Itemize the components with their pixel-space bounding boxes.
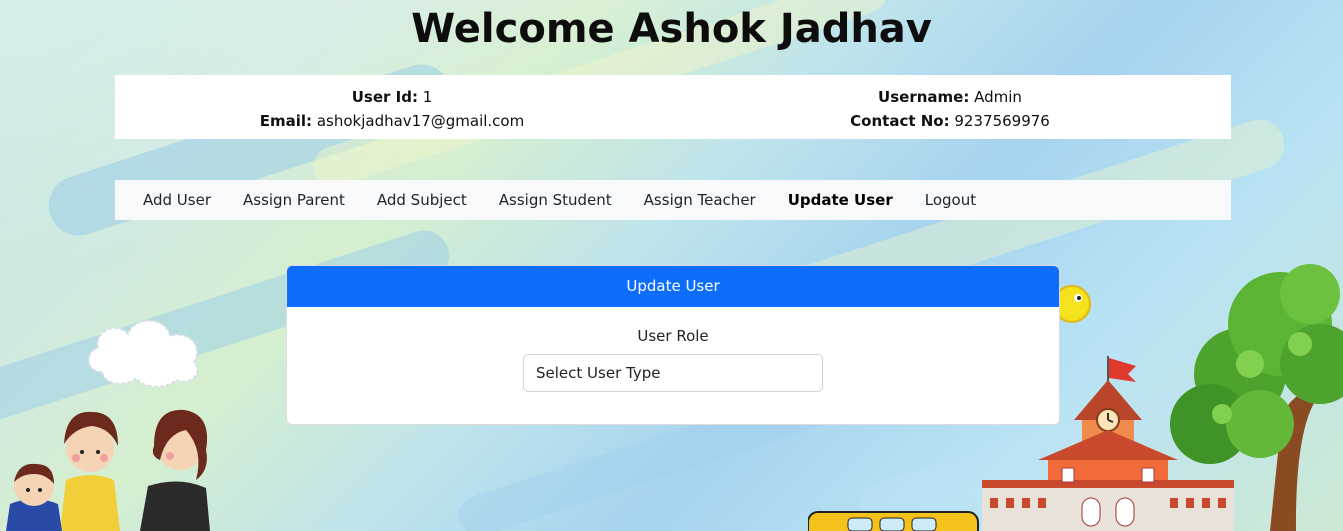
user-info-right-column: Username: Admin Contact No: 9237569976	[669, 85, 1231, 133]
username-row: Username: Admin	[669, 85, 1231, 109]
cloud-illustration	[87, 319, 199, 388]
contact-row: Contact No: 9237569976	[669, 109, 1231, 133]
email-label: Email:	[259, 112, 313, 130]
nav-assign-student[interactable]: Assign Student	[483, 180, 628, 220]
nav-logout[interactable]: Logout	[909, 180, 992, 220]
card-header: Update User	[287, 266, 1059, 307]
username-label: Username:	[878, 88, 970, 106]
nav-add-user[interactable]: Add User	[127, 180, 227, 220]
username-value: Admin	[974, 88, 1022, 106]
children-illustration	[6, 409, 210, 531]
user-info-panel: User Id: 1 Email: ashokjadhav17@gmail.co…	[115, 75, 1231, 139]
tree-illustration	[1170, 264, 1343, 531]
school-bus-illustration	[808, 511, 979, 531]
user-info-left-column: User Id: 1 Email: ashokjadhav17@gmail.co…	[115, 85, 669, 133]
email-value: ashokjadhav17@gmail.com	[316, 112, 525, 130]
nav-assign-teacher[interactable]: Assign Teacher	[628, 180, 772, 220]
main-nav-bar: Add User Assign Parent Add Subject Assig…	[115, 180, 1231, 220]
user-id-row: User Id: 1	[115, 85, 669, 109]
user-id-label: User Id:	[351, 88, 418, 106]
user-type-select-value: Select User Type	[536, 364, 661, 382]
user-type-select[interactable]: Select User Type	[523, 354, 823, 392]
nav-add-subject[interactable]: Add Subject	[361, 180, 483, 220]
email-row: Email: ashokjadhav17@gmail.com	[115, 109, 669, 133]
page-title: Welcome Ashok Jadhav	[411, 6, 932, 52]
nav-update-user[interactable]: Update User	[772, 180, 909, 220]
nav-assign-parent[interactable]: Assign Parent	[227, 180, 361, 220]
contact-label: Contact No:	[850, 112, 950, 130]
update-user-card: Update User User Role Select User Type	[286, 265, 1060, 425]
user-id-value: 1	[422, 88, 433, 106]
user-role-label: User Role	[637, 327, 709, 345]
contact-value: 9237569976	[954, 112, 1050, 130]
